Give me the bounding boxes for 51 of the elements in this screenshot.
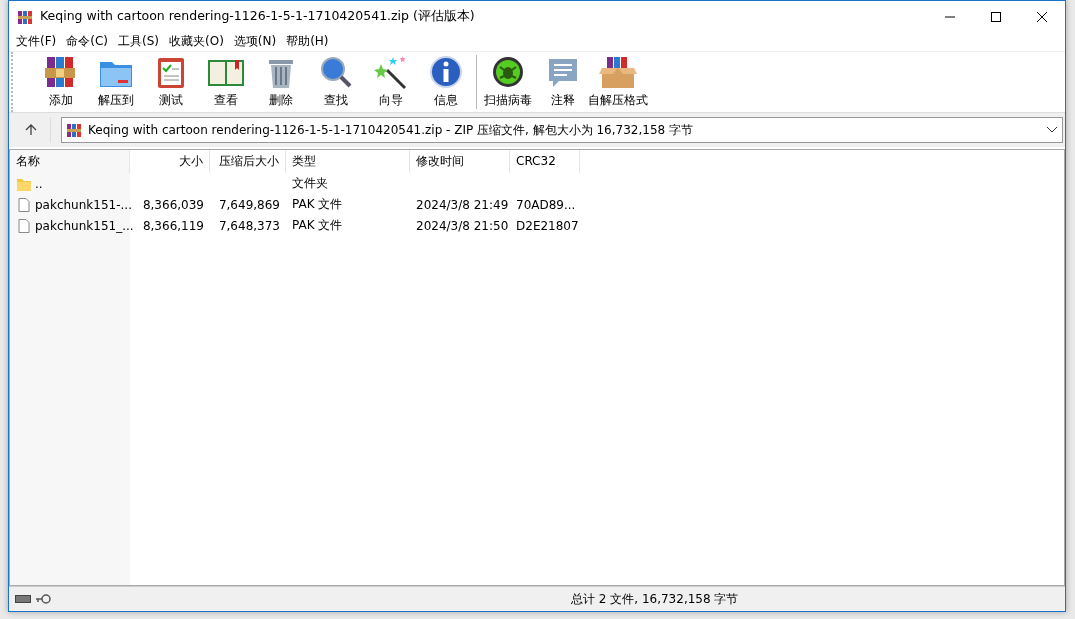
table-cell: PAK 文件 bbox=[292, 217, 343, 234]
file-icon bbox=[16, 196, 32, 213]
table-cell: 2024/3/8 21:50 bbox=[416, 218, 509, 233]
table-cell: 7,649,869 bbox=[218, 197, 280, 212]
toolbar-button[interactable]: 测试 bbox=[143, 54, 198, 109]
table-cell: pakchunk151_... bbox=[35, 218, 134, 233]
table-cell: 8,366,039 bbox=[142, 197, 204, 212]
status-text: 总计 2 文件, 16,732,158 字节 bbox=[571, 590, 739, 608]
table-cell: 70AD89... bbox=[516, 197, 576, 212]
toolbar-button[interactable]: 信息 bbox=[418, 54, 473, 109]
table-cell: 2024/3/8 21:49 bbox=[416, 197, 509, 212]
table-cell: D2E21807 bbox=[516, 218, 579, 233]
column-header[interactable]: CRC32 bbox=[510, 150, 580, 173]
key-icon bbox=[35, 594, 51, 604]
toolbar-button[interactable]: 删除 bbox=[253, 54, 308, 109]
toolbar-button[interactable]: 扫描病毒 bbox=[480, 54, 535, 109]
sfx-icon bbox=[597, 54, 638, 90]
menu-item[interactable]: 帮助(H) bbox=[281, 33, 334, 50]
close-icon bbox=[1037, 11, 1047, 22]
column-header[interactable]: 压缩后大小 bbox=[210, 150, 286, 173]
drive-icon bbox=[15, 595, 31, 603]
up-arrow-icon bbox=[24, 124, 37, 136]
window-title: Keqing with cartoon rendering-1126-1-5-1-1710420541.zip (评估版本) bbox=[40, 8, 476, 25]
menu-item[interactable]: 命令(C) bbox=[61, 33, 113, 50]
menu-item[interactable]: 文件(F) bbox=[11, 33, 62, 50]
column-header[interactable]: 修改时间 bbox=[410, 150, 510, 173]
toolbar-button[interactable]: 解压到 bbox=[88, 54, 143, 109]
chevron-icon bbox=[1046, 126, 1058, 134]
file-icon bbox=[16, 217, 32, 234]
column-header[interactable]: 大小 bbox=[130, 150, 210, 173]
menu-item[interactable]: 工具(S) bbox=[113, 33, 164, 50]
toolbar-button[interactable]: 向导 bbox=[363, 54, 418, 109]
archive-icon bbox=[17, 8, 33, 25]
maximize-icon bbox=[991, 11, 1001, 22]
column-header[interactable]: 名称 bbox=[10, 150, 130, 173]
toolbar-button[interactable]: 注释 bbox=[535, 54, 590, 109]
table-cell: 文件夹 bbox=[292, 175, 328, 192]
column-header[interactable]: 类型 bbox=[286, 150, 410, 173]
path-dropdown[interactable]: Keqing with cartoon rendering-1126-1-5-1-1710420541.zip - ZIP 压缩文件, 解包大小为 16,732,158 字节 bbox=[61, 117, 1063, 143]
table-cell: .. bbox=[35, 176, 43, 191]
archive-icon bbox=[66, 122, 82, 138]
menu-item[interactable]: 选项(N) bbox=[228, 33, 282, 50]
table-cell: 8,366,119 bbox=[142, 218, 204, 233]
table-cell: pakchunk151-... bbox=[35, 197, 132, 212]
toolbar-button[interactable]: 查找 bbox=[308, 54, 363, 109]
table-cell: 7,648,373 bbox=[218, 218, 280, 233]
menu-item[interactable]: 收藏夹(O) bbox=[164, 33, 229, 50]
toolbar-button[interactable]: 查看 bbox=[198, 54, 253, 109]
archive-path: Keqing with cartoon rendering-1126-1-5-1-1710420541.zip - ZIP 压缩文件, 解包大小为 16,732,158 字节 bbox=[88, 121, 694, 139]
table-cell: PAK 文件 bbox=[292, 196, 343, 213]
toolbar-button[interactable]: 添加 bbox=[33, 54, 88, 109]
